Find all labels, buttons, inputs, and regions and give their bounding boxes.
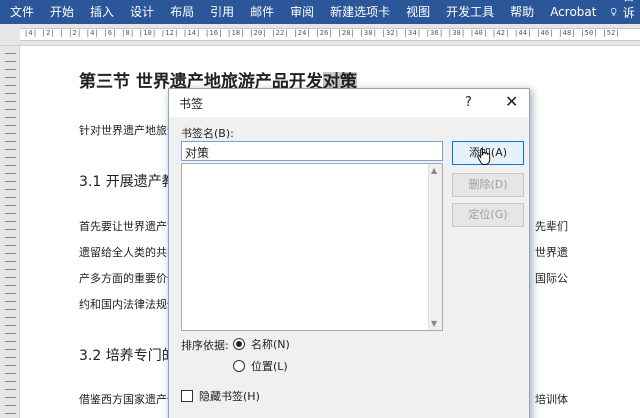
paragraph-line-5-right: 培训体 [535,393,568,406]
paragraph-line-1: 首先要让世界遗产管 [79,220,178,233]
tab-file[interactable]: 文件 [0,0,42,24]
lightbulb-icon [611,8,617,16]
bookmark-list[interactable]: ▲ ▼ [181,163,443,331]
section-heading-3-1: 3.1 开展遗产教 [79,174,176,190]
sort-by-name-radio[interactable]: 名称(N) [233,336,290,352]
ruler-ticks [5,46,16,418]
ribbon-tab-bar: 文件 开始 插入 设计 布局 引用 邮件 审阅 新建选项卡 视图 开发工具 帮助… [0,0,640,37]
tab-mailings[interactable]: 邮件 [242,0,282,24]
paragraph-line-3-right: 国际公 [535,272,568,285]
hand-cursor-icon [477,148,491,165]
ruler-numbers: |4| |2| | |2| |4| |6| |8| |10| |12| |14|… [24,29,620,37]
close-icon[interactable]: ✕ [505,92,518,111]
paragraph-line-5: 借鉴西方国家遗产保 [79,393,178,406]
paragraph-line-2: 遗留给全人类的共同 [79,246,178,259]
intro-line: 针对世界遗产地旅游 [79,124,178,137]
dialog-titlebar[interactable]: 书签 ? ✕ [169,89,529,117]
bookmark-name-label: 书签名(B): [181,127,234,140]
sort-by-label: 排序依据: [181,339,229,352]
tab-review[interactable]: 审阅 [282,0,322,24]
delete-button[interactable]: 删除(D) [452,173,524,197]
radio-unselected-icon [233,360,245,372]
sort-by-name-label: 名称(N) [251,338,290,351]
tab-layout[interactable]: 布局 [162,0,202,24]
horizontal-ruler[interactable]: |4| |2| | |2| |4| |6| |8| |10| |12| |14|… [0,24,640,46]
hidden-bookmarks-checkbox[interactable]: 隐藏书签(H) [181,388,260,404]
tab-acrobat[interactable]: Acrobat [542,0,604,24]
bookmark-dialog: 书签 ? ✕ 书签名(B): 对策 ▲ ▼ 添加(A) 删除(D) 定位(G) … [168,88,530,418]
tab-home[interactable]: 开始 [42,0,82,24]
help-icon[interactable]: ? [465,95,472,110]
vertical-ruler[interactable] [0,46,20,418]
section-heading-3-2: 3.2 培养专门的 [79,348,176,364]
tab-view[interactable]: 视图 [398,0,438,24]
hidden-bookmarks-label: 隐藏书签(H) [199,390,260,403]
tab-insert[interactable]: 插入 [82,0,122,24]
paragraph-line-1-right: 先辈们 [535,220,568,233]
tab-references[interactable]: 引用 [202,0,242,24]
radio-selected-icon [233,338,245,350]
list-scrollbar[interactable]: ▲ ▼ [428,164,442,330]
paragraph-line-4: 约和国内法律法规保 [79,298,178,311]
goto-button[interactable]: 定位(G) [452,203,524,227]
paragraph-line-2-right: 世界遗 [535,246,568,259]
tab-design[interactable]: 设计 [122,0,162,24]
bookmark-name-input[interactable]: 对策 [181,141,443,161]
dialog-title: 书签 [179,97,204,111]
checkbox-icon [181,390,193,402]
tab-developer[interactable]: 开发工具 [438,0,502,24]
paragraph-line-3: 产多方面的重要价值 [79,272,178,285]
sort-by-location-radio[interactable]: 位置(L) [233,358,288,374]
sort-by-location-label: 位置(L) [251,360,288,373]
tab-new[interactable]: 新建选项卡 [322,0,398,24]
tab-help[interactable]: 帮助 [502,0,542,24]
scroll-up-icon[interactable]: ▲ [431,166,437,175]
scroll-down-icon[interactable]: ▼ [431,319,437,328]
